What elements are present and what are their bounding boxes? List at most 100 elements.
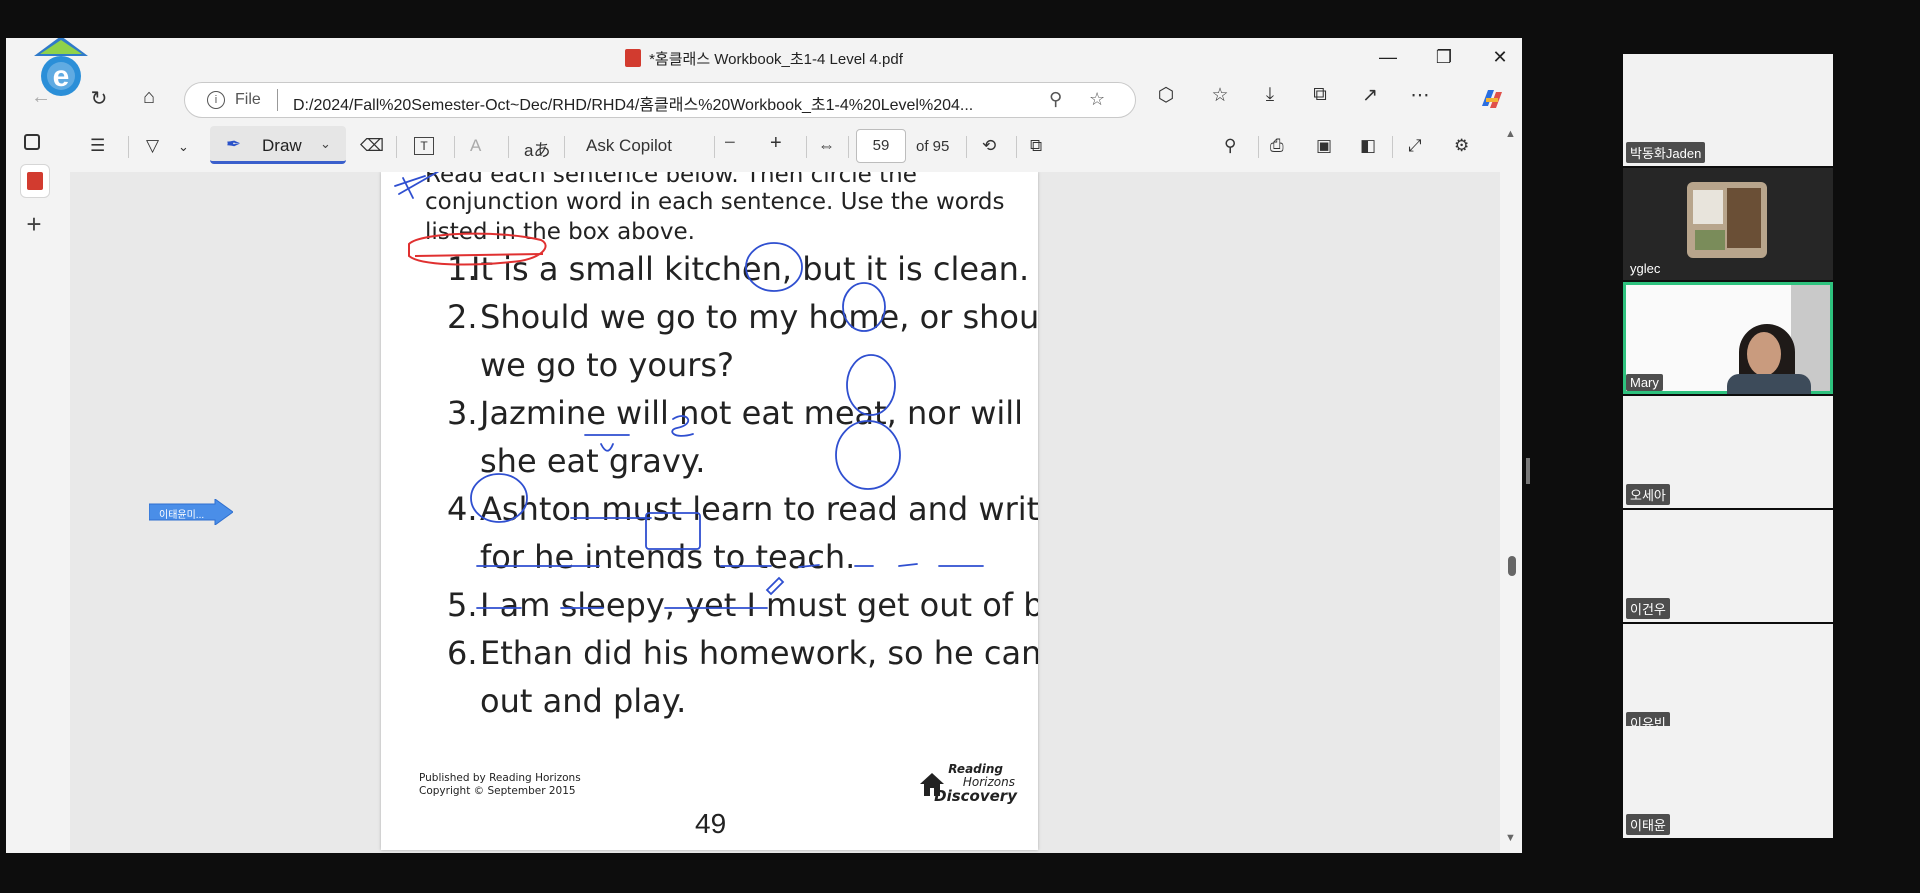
screenshot-icon[interactable]: ⧉: [1305, 84, 1335, 110]
settings-gear-icon[interactable]: ⚙: [1454, 136, 1469, 156]
box-yet: [645, 512, 701, 550]
draw-button[interactable]: ✒ Draw ⌄: [210, 126, 346, 164]
pen-icon: ✒: [226, 134, 242, 154]
left-rail: +: [6, 126, 64, 853]
participant-name-text: 박동화: [1630, 146, 1666, 161]
page-number-input[interactable]: 59: [856, 129, 906, 163]
sidebar-toggle-icon[interactable]: [24, 134, 40, 150]
pdf-file-icon: [625, 49, 642, 67]
underline-so: [798, 564, 874, 568]
toolbar-separator: [564, 136, 565, 158]
vertical-scrollbar[interactable]: ▲ ▼: [1500, 126, 1522, 853]
url-text[interactable]: D:/2024/Fall%20Semester-Oct~Dec/RHD/RHD4…: [293, 91, 973, 115]
ink-annotations: [394, 172, 984, 609]
participant-name: Mary: [1626, 374, 1663, 391]
fit-width-icon[interactable]: ⇔: [818, 136, 835, 156]
participant-tile[interactable]: yglec: [1623, 168, 1833, 280]
participant-name-extra: Jaden: [1665, 146, 1702, 161]
title-bar: e *홈클래스 Workbook_초1-4 Level 4.pdf — ❐ ✕: [6, 38, 1522, 96]
home-icon[interactable]: ⌂: [136, 86, 162, 110]
toolbar-separator: [508, 136, 509, 158]
scroll-up-icon[interactable]: ▲: [1505, 128, 1516, 140]
highlight-dropdown-icon[interactable]: ⌄: [178, 139, 189, 155]
save-as-icon[interactable]: ◧: [1360, 136, 1376, 156]
page-view-icon[interactable]: ⧉: [1030, 136, 1042, 156]
circle-or: [842, 282, 886, 332]
draw-label: Draw: [262, 136, 302, 155]
fullscreen-icon[interactable]: ⤢: [1408, 136, 1422, 156]
participant-tile-active[interactable]: Mary: [1623, 282, 1833, 394]
participant-tile[interactable]: 박동화Jaden: [1623, 54, 1833, 166]
check-mark-stroke: [394, 172, 440, 199]
minimize-button[interactable]: —: [1368, 44, 1408, 70]
copilot-icon[interactable]: [1476, 86, 1506, 112]
participant-tile[interactable]: 오세아: [1623, 396, 1833, 508]
circle-but: [745, 242, 803, 292]
open-pdf-tab[interactable]: [20, 164, 50, 198]
search-icon[interactable]: ⚲: [1224, 136, 1236, 156]
toolbar-separator: [848, 136, 849, 158]
close-button[interactable]: ✕: [1480, 44, 1520, 70]
add-tab-icon[interactable]: +: [20, 210, 48, 238]
save-icon[interactable]: ▣: [1316, 136, 1332, 156]
contents-list-icon[interactable]: ☰: [90, 136, 105, 156]
participant-shoulders: [1727, 374, 1811, 394]
circle-nor: [846, 354, 896, 416]
participant-tile[interactable]: 이태윤: [1623, 726, 1833, 838]
favorite-star-icon[interactable]: ☆: [1089, 89, 1105, 110]
translate-icon[interactable]: aあ: [524, 136, 550, 161]
video-gallery: 박동화Jaden yglec Mary 오세아 이건우 이유빈 이태윤: [1623, 54, 1833, 839]
pdf-viewer[interactable]: Read each sentence below. Then circle th…: [70, 172, 1500, 853]
pdf-page: Read each sentence below. Then circle th…: [381, 172, 1038, 850]
avatar-window: [1693, 190, 1723, 224]
avatar-plant: [1695, 230, 1725, 250]
toolbar-separator: [966, 136, 967, 158]
page-total: of 95: [916, 138, 950, 155]
scheme-label: File: [235, 91, 261, 108]
restore-button[interactable]: ❐: [1424, 44, 1464, 70]
scroll-down-icon[interactable]: ▼: [1505, 832, 1516, 844]
underline-gravy: [584, 434, 630, 452]
back-icon[interactable]: ←: [28, 86, 54, 110]
participant-avatar: [1687, 182, 1767, 258]
participant-tile[interactable]: 이건우: [1623, 510, 1833, 622]
participant-tile[interactable]: 이유빈: [1623, 624, 1833, 736]
address-bar[interactable]: i File D:/2024/Fall%20Semester-Oct~Dec/R…: [184, 82, 1136, 118]
scrollbar-thumb[interactable]: [1508, 556, 1516, 576]
zoom-out-icon[interactable]: −: [724, 132, 736, 155]
participant-name: 오세아: [1626, 484, 1670, 505]
toolbar-separator: [128, 136, 129, 158]
toolbar-separator: [714, 136, 715, 158]
rotate-icon[interactable]: ⟲: [982, 136, 996, 156]
refresh-icon[interactable]: ↻: [86, 86, 112, 110]
participant-name: 이태윤: [1626, 814, 1670, 835]
read-aloud-icon[interactable]: A: [470, 136, 481, 156]
ask-copilot-button[interactable]: Ask Copilot: [586, 136, 672, 156]
browser-window: e *홈클래스 Workbook_초1-4 Level 4.pdf — ❐ ✕ …: [6, 38, 1522, 853]
downloads-icon[interactable]: ⤓: [1255, 84, 1285, 110]
info-icon[interactable]: i: [207, 91, 225, 109]
chevron-down-icon[interactable]: ⌄: [320, 136, 331, 152]
zoom-icon[interactable]: ⚲: [1049, 89, 1062, 110]
window-title: *홈클래스 Workbook_초1-4 Level 4.pdf: [6, 48, 1522, 69]
more-menu-icon[interactable]: ⋯: [1405, 84, 1435, 110]
address-bar-row: ← ↻ ⌂ i File D:/2024/Fall%20Semester-Oct…: [6, 76, 1522, 120]
extensions-icon[interactable]: ⬡: [1151, 84, 1181, 110]
participant-name: 박동화Jaden: [1626, 142, 1706, 163]
share-icon[interactable]: ↗: [1355, 84, 1385, 110]
underline-of-bed: [898, 563, 984, 567]
circle-and: [835, 420, 901, 490]
text-box-icon[interactable]: T: [414, 137, 434, 155]
toolbar-separator: [396, 136, 397, 158]
print-icon[interactable]: ⎙: [1270, 136, 1284, 156]
highlight-icon[interactable]: ▽: [146, 136, 159, 156]
avatar-door: [1727, 188, 1761, 248]
favorites-icon[interactable]: ☆: [1205, 84, 1235, 110]
eraser-icon[interactable]: ⌫: [360, 136, 384, 156]
address-separator: [277, 89, 278, 111]
toolbar-separator: [1392, 136, 1393, 158]
zoom-in-icon[interactable]: +: [770, 132, 782, 155]
panel-resize-handle[interactable]: [1526, 458, 1530, 484]
circle-for: [470, 473, 528, 523]
cursor-pen: [765, 576, 785, 596]
